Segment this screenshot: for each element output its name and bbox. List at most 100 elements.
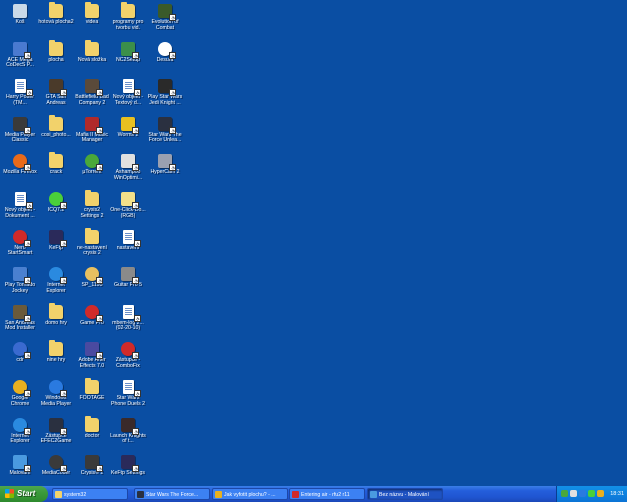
- setup-icon: ↗: [121, 41, 139, 59]
- desktop-icon[interactable]: ↗ KeFtp: [38, 229, 74, 266]
- desktop-icon[interactable]: ↗ Worms 2: [110, 116, 146, 153]
- desktop-icon[interactable]: ↗ ICQ7.2: [38, 191, 74, 228]
- desktop-icon[interactable]: ↗ Game Pro: [74, 304, 110, 341]
- desktop-icon[interactable]: cosi_photo...: [38, 114, 74, 153]
- desktop-icon-label: Zástupce - ComboFix: [115, 357, 141, 369]
- desktop-icon[interactable]: ↗ GTA San Andreas: [38, 78, 74, 115]
- taskbar-app-icon: [55, 491, 62, 499]
- document-icon: ↗: [122, 229, 141, 247]
- taskbar-app-icon: [215, 491, 222, 499]
- desktop-icon[interactable]: doctor: [74, 415, 110, 454]
- tray-icon[interactable]: [570, 490, 577, 497]
- folder-icon: [85, 2, 99, 18]
- document-icon: ↗: [14, 79, 33, 97]
- desktop-icon[interactable]: ↗ Internet Explorer: [38, 266, 74, 303]
- desktop-icon[interactable]: Koš: [2, 3, 38, 40]
- taskbar-button[interactable]: system32: [52, 488, 128, 500]
- desktop-icon-label: Game Pro: [80, 319, 104, 326]
- desktop-icon[interactable]: ↗ HyperCam 2: [147, 153, 183, 190]
- chrome-icon: ↗: [13, 380, 31, 397]
- desktop-icon[interactable]: ↗ One-Click-Do... (RGB): [110, 191, 146, 228]
- music-icon: ↗: [85, 116, 103, 134]
- desktop-icon[interactable]: ↗ Nero StartSmart: [2, 229, 38, 266]
- taskbar-button[interactable]: Star Wars The Force...: [134, 488, 210, 500]
- folder-icon: [121, 2, 135, 18]
- desktop-icon[interactable]: FOOTAGE: [74, 378, 110, 416]
- desktop-icon[interactable]: ↗ Battlefield Bad Company 2: [74, 78, 110, 115]
- desktop-icon-label: crysis2 Settings 2: [80, 207, 104, 219]
- desktop-icon[interactable]: programy pro tvorbu vid.: [110, 2, 146, 40]
- folder-icon: [49, 39, 63, 56]
- desktop-icon[interactable]: ↗ Harry Potter (TM...: [2, 78, 38, 115]
- desktop-icon[interactable]: hotová plocha2: [38, 2, 74, 40]
- shortcut-arrow-icon: ↗: [132, 164, 139, 172]
- desktop-icon[interactable]: ↗ Launch Knights of t...: [110, 417, 146, 454]
- desktop-icon-label: FOOTAGE: [79, 395, 105, 401]
- desktop-icon[interactable]: ↗ SP_1195: [74, 266, 110, 303]
- desktop-icon[interactable]: ↗ San Andreas Mod Installer: [2, 304, 38, 341]
- desktop-icon[interactable]: ↗ Google Chrome: [2, 379, 38, 416]
- tray-icon[interactable]: [597, 490, 604, 497]
- taskbar-button[interactable]: Jak vyfotit plochu? - ...: [212, 488, 288, 500]
- desktop-icon[interactable]: Nová složka: [74, 39, 110, 78]
- desktop-icon[interactable]: crack: [38, 152, 74, 190]
- tray-icon[interactable]: [579, 490, 586, 497]
- desktop-icon[interactable]: ↗ Desura: [147, 41, 183, 78]
- taskbar-button[interactable]: Bez názvu - Malování: [367, 488, 443, 500]
- desktop-icon-label: Star Wars The Force Unlea...: [148, 131, 182, 144]
- desktop-icon-label: plocha: [48, 56, 64, 63]
- desktop-icon[interactable]: ↗ µTorrent: [74, 153, 110, 190]
- game-icon: ↗: [13, 267, 31, 285]
- shortcut-arrow-icon: ↗: [96, 465, 103, 473]
- desktop-icon-label: crack: [49, 169, 63, 176]
- tray-icon[interactable]: [588, 490, 595, 497]
- desktop-icon[interactable]: ↗ NC2Setup: [110, 41, 146, 78]
- desktop-icon[interactable]: ↗ Star Wars Phone Duels 2: [110, 379, 146, 416]
- document-icon: ↗: [122, 380, 141, 397]
- desktop-icon[interactable]: ↗ Nový objekt - Textový d...: [110, 78, 146, 115]
- game-icon: ↗: [158, 79, 176, 97]
- desktop-icon[interactable]: ↗ Windows Media Player: [38, 379, 74, 416]
- shortcut-arrow-icon: ↗: [60, 202, 67, 209]
- desktop-icon[interactable]: domo hry: [38, 302, 74, 341]
- desktop-icon[interactable]: ↗ Media Player Classic: [2, 116, 38, 153]
- desktop-icon[interactable]: ↗ Ashampoo WinOptimi...: [110, 153, 146, 190]
- desktop-icon-label: programy pro tvorbu vid.: [112, 19, 144, 31]
- desura-icon: ↗: [158, 41, 176, 59]
- desktop-icon[interactable]: ↗ Mozilla Firefox: [2, 153, 38, 190]
- desktop-icon-label: Crysis® 2: [80, 470, 104, 477]
- desktop-icon[interactable]: ↗ Zástupce EFEC2Game: [38, 417, 74, 454]
- desktop-icon-label: ICQ7.2: [47, 207, 65, 213]
- installer-icon: ↗: [13, 304, 31, 322]
- desktop-icon[interactable]: nine hry: [38, 340, 74, 378]
- desktop-icon[interactable]: ↗ cdr: [2, 341, 38, 378]
- desktop-icon[interactable]: ↗ Adobe After Effects 7.0: [74, 341, 110, 378]
- desktop-icon[interactable]: ↗ Nový objekt - Dokument ...: [2, 191, 38, 228]
- desktop-icon[interactable]: crysis2 Settings 2: [74, 190, 110, 228]
- desktop-icon-label: NC2Setup: [116, 56, 140, 63]
- desktop-icon[interactable]: ↗ Mafia II Music Manager: [74, 116, 110, 153]
- desktop-icon[interactable]: ↗ Zástupce - ComboFix: [110, 341, 146, 378]
- document-icon: ↗: [122, 79, 141, 97]
- folder-icon: [85, 378, 99, 394]
- desktop-icon-label: Malování: [9, 470, 31, 477]
- desktop-icon[interactable]: ↗ Play Tornado Jockey: [2, 266, 38, 303]
- shortcut-arrow-icon: ↗: [96, 277, 103, 285]
- desktop-icon[interactable]: ↗ Evolution of Combat: [147, 3, 183, 40]
- desktop-icon[interactable]: ↗ Internet Explorer: [2, 417, 38, 454]
- desktop-icon-label: Launch Knights of t...: [110, 432, 146, 445]
- desktop-icon[interactable]: videa: [74, 2, 110, 40]
- desktop-icon[interactable]: ne-nastavení crysis 2: [74, 227, 110, 266]
- start-button[interactable]: Start: [0, 486, 48, 502]
- desktop-icon[interactable]: ↗ nastavení: [110, 229, 146, 266]
- shortcut-arrow-icon: ↗: [24, 277, 31, 285]
- desktop-icon[interactable]: ↗ ACE Mega CoDecS P...: [2, 41, 38, 78]
- desktop-icon[interactable]: ↗ Play Star Wars Jedi Knight ...: [147, 78, 183, 115]
- desktop-icon[interactable]: ↗ Guitar Pro 5: [110, 266, 146, 303]
- desktop-icon[interactable]: plocha: [38, 39, 74, 78]
- tray-icon[interactable]: [561, 490, 568, 497]
- codec-icon: ↗: [13, 41, 31, 59]
- desktop-icon[interactable]: ↗ Star Wars The Force Unlea...: [147, 116, 183, 153]
- taskbar-button[interactable]: Entering air - rfu2 r11: [289, 488, 365, 500]
- desktop-icon[interactable]: ↗ mbem-log 2... (02-20-10): [110, 304, 146, 341]
